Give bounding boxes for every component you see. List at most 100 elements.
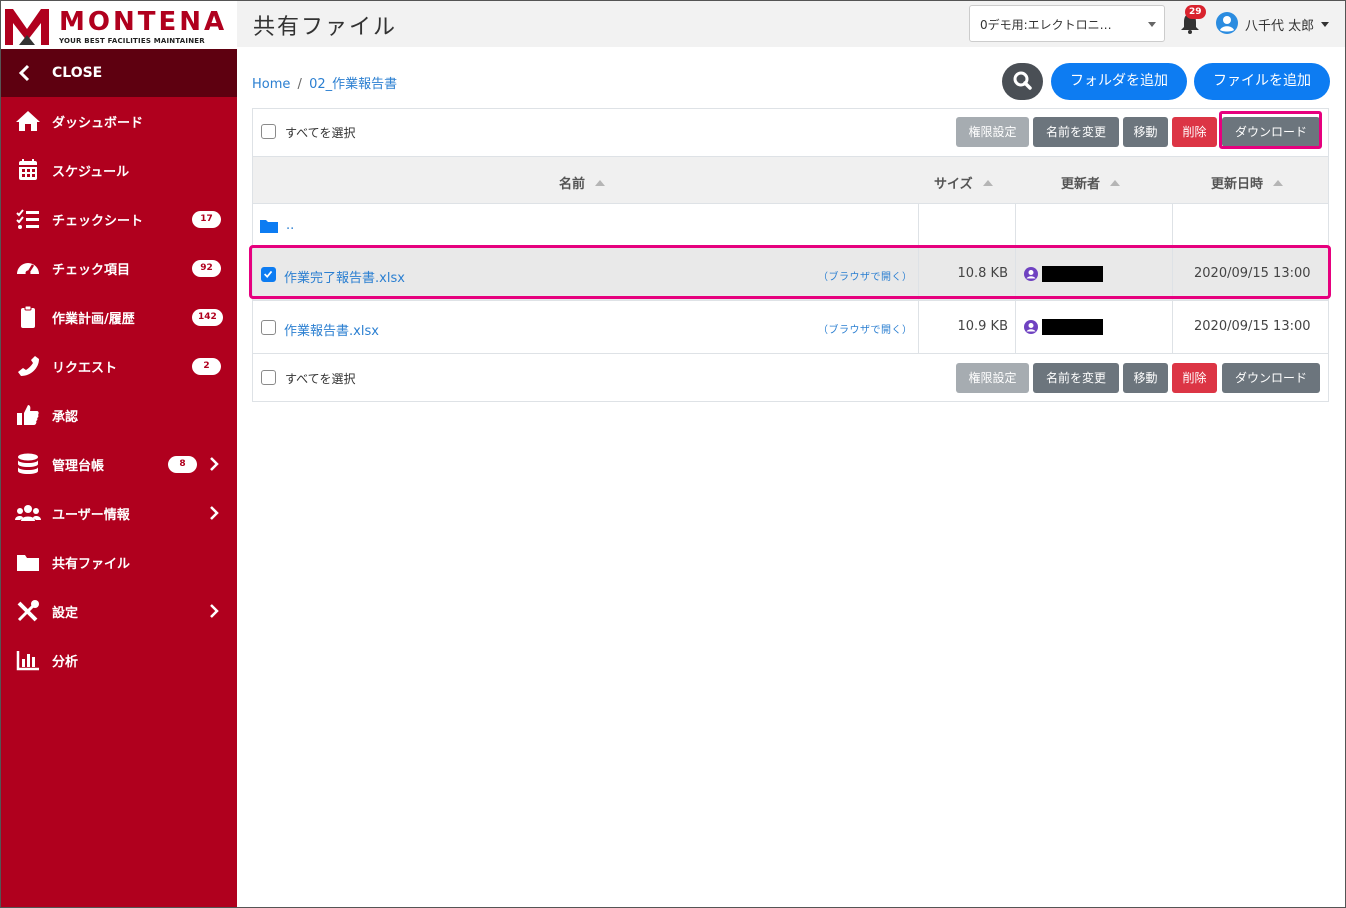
rename-button[interactable]: 名前を変更 — [1033, 363, 1119, 393]
sidebar-item-label: 分析 — [52, 655, 79, 670]
select-all-label[interactable]: すべてを選択 — [285, 124, 355, 141]
user-name[interactable]: 八千代 太郎 — [1245, 15, 1314, 34]
cell-divider — [1015, 204, 1016, 248]
sort-up-icon — [595, 180, 606, 186]
notification-badge: 29 — [1185, 5, 1206, 19]
selected-row-highlight-frame — [249, 245, 1331, 299]
sidebar-item-label: スケジュール — [52, 165, 130, 180]
download-button[interactable]: ダウンロード — [1222, 363, 1320, 393]
chevron-right-icon — [210, 457, 219, 471]
chart-icon — [16, 651, 39, 671]
sidebar-close-label: CLOSE — [52, 65, 103, 81]
count-badge: 17 — [192, 211, 221, 228]
rename-button[interactable]: 名前を変更 — [1033, 117, 1119, 147]
breadcrumb-current[interactable]: 02_作業報告書 — [309, 77, 397, 92]
sidebar-item-analysis[interactable]: 分析 — [1, 636, 237, 685]
column-header-updater[interactable]: 更新者 — [1061, 173, 1121, 192]
top-bar: 共有ファイル 0デモ用:エレクトロニ… 29 八千代 太郎 — [237, 1, 1345, 47]
sidebar-item-label: 共有ファイル — [52, 557, 131, 572]
sidebar-item-label: 設定 — [52, 606, 79, 621]
move-button[interactable]: 移動 — [1123, 363, 1168, 393]
column-header-label: 更新者 — [1061, 177, 1101, 192]
logo-mark-icon — [5, 9, 49, 45]
folder-icon — [17, 555, 39, 571]
file-name-link[interactable]: 作業報告書.xlsx — [284, 320, 379, 339]
sidebar-item-approval[interactable]: 承認 — [1, 391, 237, 440]
dropdown-caret-icon — [1148, 22, 1156, 27]
count-badge: 2 — [192, 358, 221, 375]
sidebar-item-users[interactable]: ユーザー情報 — [1, 489, 237, 538]
sidebar-item-shared-files[interactable]: 共有ファイル — [1, 538, 237, 587]
select-all-checkbox[interactable] — [261, 124, 276, 139]
column-header-label: サイズ — [934, 177, 973, 192]
table-row[interactable]: .. — [253, 204, 1328, 248]
brand-name: MONTENA — [59, 7, 228, 37]
cell-divider — [1172, 204, 1173, 248]
user-menu-caret-icon[interactable] — [1321, 22, 1329, 27]
cell-divider — [918, 204, 919, 248]
cell-divider — [1172, 301, 1173, 354]
home-icon — [16, 111, 40, 131]
breadcrumb-home-link[interactable]: Home — [252, 77, 290, 92]
sidebar-item-schedule[interactable]: スケジュール — [1, 146, 237, 195]
breadcrumb-separator: / — [297, 77, 302, 92]
move-button[interactable]: 移動 — [1123, 117, 1168, 147]
brand-tagline: YOUR BEST FACILITIES MAINTAINER — [59, 37, 205, 45]
cell-divider — [1015, 301, 1016, 354]
count-badge: 92 — [192, 260, 221, 277]
add-file-button[interactable]: ファイルを追加 — [1194, 63, 1330, 100]
add-folder-button[interactable]: フォルダを追加 — [1051, 63, 1187, 100]
search-icon — [1013, 71, 1032, 90]
sidebar-item-label: 管理台帳 — [52, 459, 105, 474]
chevron-right-icon — [210, 604, 219, 618]
count-badge: 142 — [192, 309, 223, 326]
phone-icon — [18, 356, 39, 376]
sidebar-item-label: ユーザー情報 — [52, 508, 130, 523]
sidebar-item-label: 作業計画/履歴 — [52, 312, 135, 327]
open-in-browser-link[interactable]: （ブラウザで開く） — [818, 321, 913, 336]
redacted-updater — [1042, 319, 1103, 335]
sidebar-item-settings[interactable]: 設定 — [1, 587, 237, 636]
chevron-right-icon — [210, 506, 219, 520]
sidebar-item-request[interactable]: リクエスト 2 — [1, 342, 237, 391]
organization-select[interactable]: 0デモ用:エレクトロニ… — [969, 5, 1165, 42]
sidebar-item-checksheet[interactable]: チェックシート 17 — [1, 195, 237, 244]
file-toolbar-bottom: すべてを選択 権限設定 名前を変更 移動 削除 ダウンロード — [253, 355, 1328, 401]
checklist-icon — [16, 209, 39, 229]
sidebar-close-button[interactable]: CLOSE — [1, 49, 237, 97]
search-button[interactable] — [1002, 63, 1043, 100]
select-all-label[interactable]: すべてを選択 — [285, 370, 355, 387]
table-header: 名前 サイズ 更新者 更新日時 — [253, 156, 1328, 204]
column-header-updated-at[interactable]: 更新日時 — [1211, 173, 1284, 192]
column-header-label: 更新日時 — [1211, 177, 1264, 192]
parent-directory-link[interactable]: .. — [286, 218, 294, 233]
gauge-icon — [17, 263, 39, 276]
sidebar-item-work-plan[interactable]: 作業計画/履歴 142 — [1, 293, 237, 342]
sort-up-icon — [982, 180, 993, 186]
sidebar-item-check-items[interactable]: チェック項目 92 — [1, 244, 237, 293]
select-all-checkbox[interactable] — [261, 370, 276, 385]
folder-icon — [260, 220, 278, 233]
users-icon — [15, 505, 41, 521]
sidebar-item-ledger[interactable]: 管理台帳 8 — [1, 440, 237, 489]
row-checkbox[interactable] — [261, 320, 276, 335]
calendar-icon — [19, 159, 37, 180]
breadcrumb: Home / 02_作業報告書 — [252, 73, 397, 92]
download-highlight-frame — [1219, 111, 1322, 149]
permissions-button[interactable]: 権限設定 — [956, 363, 1029, 393]
column-header-size[interactable]: サイズ — [934, 173, 993, 192]
table-row[interactable]: 作業報告書.xlsx （ブラウザで開く） 10.9 KB 2020/09/15 … — [253, 301, 1328, 354]
delete-button[interactable]: 削除 — [1172, 117, 1217, 147]
updated-at: 2020/09/15 13:00 — [1194, 319, 1311, 334]
logo[interactable]: MONTENA YOUR BEST FACILITIES MAINTAINER — [1, 1, 237, 49]
sidebar-item-dashboard[interactable]: ダッシュボード — [1, 97, 237, 146]
delete-button[interactable]: 削除 — [1172, 363, 1217, 393]
permissions-button[interactable]: 権限設定 — [956, 117, 1029, 147]
sidebar-item-label: 承認 — [52, 410, 79, 425]
database-icon — [18, 453, 38, 474]
user-avatar-icon[interactable] — [1216, 12, 1238, 34]
page-title: 共有ファイル — [253, 15, 398, 40]
sidebar-item-label: チェックシート — [52, 214, 144, 229]
column-header-name[interactable]: 名前 — [559, 173, 606, 192]
file-toolbar-top: すべてを選択 権限設定 名前を変更 移動 削除 ダウンロード — [253, 109, 1328, 155]
